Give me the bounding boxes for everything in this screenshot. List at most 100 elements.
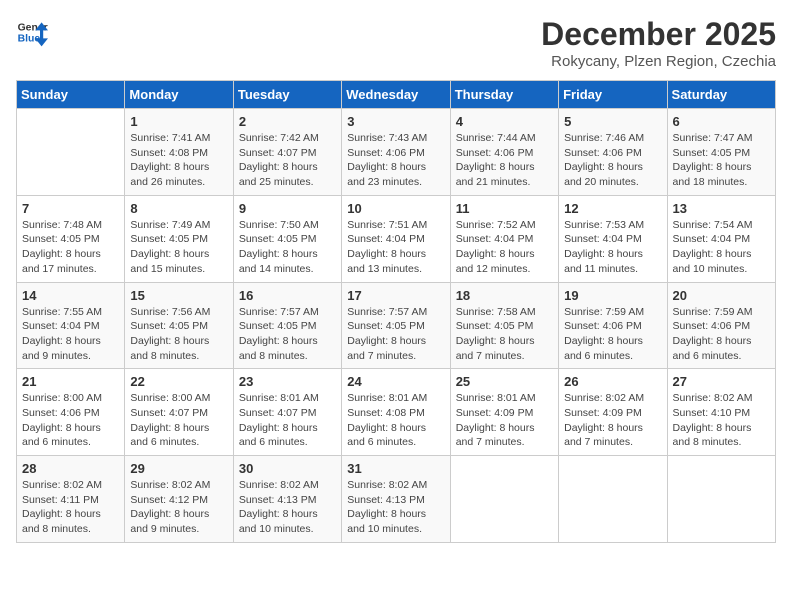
calendar-cell: 23 Sunrise: 8:01 AMSunset: 4:07 PMDayligh… (233, 369, 341, 456)
day-info: Sunrise: 7:48 AMSunset: 4:05 PMDaylight:… (22, 218, 119, 277)
calendar-cell: 27 Sunrise: 8:02 AMSunset: 4:10 PMDayligh… (667, 369, 775, 456)
calendar-cell: 7 Sunrise: 7:48 AMSunset: 4:05 PMDaylight… (17, 195, 125, 282)
month-title: December 2025 (541, 16, 776, 53)
calendar-cell: 12 Sunrise: 7:53 AMSunset: 4:04 PMDayligh… (559, 195, 667, 282)
calendar-cell: 21 Sunrise: 8:00 AMSunset: 4:06 PMDayligh… (17, 369, 125, 456)
calendar-cell: 18Sunrise: 7:58 AMSunset: 4:05 PMDayligh… (450, 282, 558, 369)
day-number: 1 (130, 114, 227, 129)
day-info: Sunrise: 8:02 AMSunset: 4:12 PMDaylight:… (130, 478, 227, 537)
day-number: 14 (22, 288, 119, 303)
day-info: Sunrise: 7:51 AMSunset: 4:04 PMDaylight:… (347, 218, 444, 277)
weekday-header: Sunday (17, 81, 125, 109)
day-info: Sunrise: 7:54 AMSunset: 4:04 PMDaylight:… (673, 218, 770, 277)
calendar-cell: 3 Sunrise: 7:43 AMSunset: 4:06 PMDaylight… (342, 109, 450, 196)
day-number: 8 (130, 201, 227, 216)
title-area: December 2025 Rokycany, Plzen Region, Cz… (541, 16, 776, 70)
day-info: Sunrise: 7:42 AMSunset: 4:07 PMDaylight:… (239, 131, 336, 190)
weekday-header: Wednesday (342, 81, 450, 109)
weekday-header-row: SundayMondayTuesdayWednesdayThursdayFrid… (17, 81, 776, 109)
calendar-cell: 5Sunrise: 7:46 AMSunset: 4:06 PMDaylight… (559, 109, 667, 196)
logo: General Blue (16, 16, 48, 48)
day-info: Sunrise: 7:52 AMSunset: 4:04 PMDaylight:… (456, 218, 553, 277)
calendar-week-row: 7 Sunrise: 7:48 AMSunset: 4:05 PMDaylight… (17, 195, 776, 282)
calendar-cell: 24Sunrise: 8:01 AMSunset: 4:08 PMDayligh… (342, 369, 450, 456)
calendar-cell: 19 Sunrise: 7:59 AMSunset: 4:06 PMDayligh… (559, 282, 667, 369)
day-info: Sunrise: 7:53 AMSunset: 4:04 PMDaylight:… (564, 218, 661, 277)
day-number: 19 (564, 288, 661, 303)
calendar-cell: 11Sunrise: 7:52 AMSunset: 4:04 PMDayligh… (450, 195, 558, 282)
day-info: Sunrise: 8:01 AMSunset: 4:08 PMDaylight:… (347, 391, 444, 450)
calendar-cell: 8 Sunrise: 7:49 AMSunset: 4:05 PMDaylight… (125, 195, 233, 282)
day-number: 25 (456, 374, 553, 389)
calendar-cell: 6 Sunrise: 7:47 AMSunset: 4:05 PMDaylight… (667, 109, 775, 196)
weekday-header: Friday (559, 81, 667, 109)
calendar-cell: 9Sunrise: 7:50 AMSunset: 4:05 PMDaylight… (233, 195, 341, 282)
day-number: 12 (564, 201, 661, 216)
calendar-cell: 2 Sunrise: 7:42 AMSunset: 4:07 PMDaylight… (233, 109, 341, 196)
day-info: Sunrise: 8:01 AMSunset: 4:07 PMDaylight:… (239, 391, 336, 450)
day-number: 7 (22, 201, 119, 216)
day-info: Sunrise: 7:47 AMSunset: 4:05 PMDaylight:… (673, 131, 770, 190)
calendar-cell: 25Sunrise: 8:01 AMSunset: 4:09 PMDayligh… (450, 369, 558, 456)
day-info: Sunrise: 8:02 AMSunset: 4:10 PMDaylight:… (673, 391, 770, 450)
calendar-cell: 29 Sunrise: 8:02 AMSunset: 4:12 PMDayligh… (125, 456, 233, 543)
day-info: Sunrise: 7:58 AMSunset: 4:05 PMDaylight:… (456, 305, 553, 364)
day-number: 16 (239, 288, 336, 303)
day-info: Sunrise: 7:55 AMSunset: 4:04 PMDaylight:… (22, 305, 119, 364)
day-number: 6 (673, 114, 770, 129)
day-number: 17 (347, 288, 444, 303)
day-number: 28 (22, 461, 119, 476)
day-number: 13 (673, 201, 770, 216)
calendar-cell: 15 Sunrise: 7:56 AMSunset: 4:05 PMDayligh… (125, 282, 233, 369)
calendar-cell: 14 Sunrise: 7:55 AMSunset: 4:04 PMDayligh… (17, 282, 125, 369)
day-number: 3 (347, 114, 444, 129)
day-info: Sunrise: 8:00 AMSunset: 4:07 PMDaylight:… (130, 391, 227, 450)
weekday-header: Saturday (667, 81, 775, 109)
day-info: Sunrise: 7:59 AMSunset: 4:06 PMDaylight:… (564, 305, 661, 364)
day-number: 30 (239, 461, 336, 476)
calendar-table: SundayMondayTuesdayWednesdayThursdayFrid… (16, 80, 776, 543)
weekday-header: Thursday (450, 81, 558, 109)
calendar-cell: 30 Sunrise: 8:02 AMSunset: 4:13 PMDayligh… (233, 456, 341, 543)
calendar-cell: 22 Sunrise: 8:00 AMSunset: 4:07 PMDayligh… (125, 369, 233, 456)
weekday-header: Tuesday (233, 81, 341, 109)
day-info: Sunrise: 7:49 AMSunset: 4:05 PMDaylight:… (130, 218, 227, 277)
day-number: 4 (456, 114, 553, 129)
day-info: Sunrise: 8:02 AMSunset: 4:11 PMDaylight:… (22, 478, 119, 537)
day-number: 15 (130, 288, 227, 303)
day-number: 31 (347, 461, 444, 476)
day-number: 29 (130, 461, 227, 476)
calendar-week-row: 21 Sunrise: 8:00 AMSunset: 4:06 PMDayligh… (17, 369, 776, 456)
calendar-cell (17, 109, 125, 196)
logo-icon: General Blue (16, 16, 48, 48)
calendar-cell (450, 456, 558, 543)
day-number: 10 (347, 201, 444, 216)
day-number: 27 (673, 374, 770, 389)
day-info: Sunrise: 7:56 AMSunset: 4:05 PMDaylight:… (130, 305, 227, 364)
day-info: Sunrise: 8:00 AMSunset: 4:06 PMDaylight:… (22, 391, 119, 450)
day-number: 2 (239, 114, 336, 129)
day-info: Sunrise: 8:02 AMSunset: 4:13 PMDaylight:… (239, 478, 336, 537)
calendar-cell: 20Sunrise: 7:59 AMSunset: 4:06 PMDayligh… (667, 282, 775, 369)
location-title: Rokycany, Plzen Region, Czechia (541, 53, 776, 70)
day-info: Sunrise: 7:59 AMSunset: 4:06 PMDaylight:… (673, 305, 770, 364)
calendar-cell: 26Sunrise: 8:02 AMSunset: 4:09 PMDayligh… (559, 369, 667, 456)
calendar-cell: 1Sunrise: 7:41 AMSunset: 4:08 PMDaylight… (125, 109, 233, 196)
calendar-cell (667, 456, 775, 543)
day-info: Sunrise: 8:02 AMSunset: 4:13 PMDaylight:… (347, 478, 444, 537)
day-number: 23 (239, 374, 336, 389)
day-info: Sunrise: 7:43 AMSunset: 4:06 PMDaylight:… (347, 131, 444, 190)
day-info: Sunrise: 7:44 AMSunset: 4:06 PMDaylight:… (456, 131, 553, 190)
day-info: Sunrise: 7:57 AMSunset: 4:05 PMDaylight:… (347, 305, 444, 364)
day-number: 9 (239, 201, 336, 216)
page-header: General Blue December 2025 Rokycany, Plz… (16, 16, 776, 70)
calendar-week-row: 14 Sunrise: 7:55 AMSunset: 4:04 PMDayligh… (17, 282, 776, 369)
calendar-cell: 31 Sunrise: 8:02 AMSunset: 4:13 PMDayligh… (342, 456, 450, 543)
calendar-cell: 28 Sunrise: 8:02 AMSunset: 4:11 PMDayligh… (17, 456, 125, 543)
calendar-cell: 4 Sunrise: 7:44 AMSunset: 4:06 PMDaylight… (450, 109, 558, 196)
day-number: 21 (22, 374, 119, 389)
day-number: 22 (130, 374, 227, 389)
calendar-cell: 13 Sunrise: 7:54 AMSunset: 4:04 PMDayligh… (667, 195, 775, 282)
day-info: Sunrise: 7:57 AMSunset: 4:05 PMDaylight:… (239, 305, 336, 364)
calendar-cell: 10 Sunrise: 7:51 AMSunset: 4:04 PMDayligh… (342, 195, 450, 282)
